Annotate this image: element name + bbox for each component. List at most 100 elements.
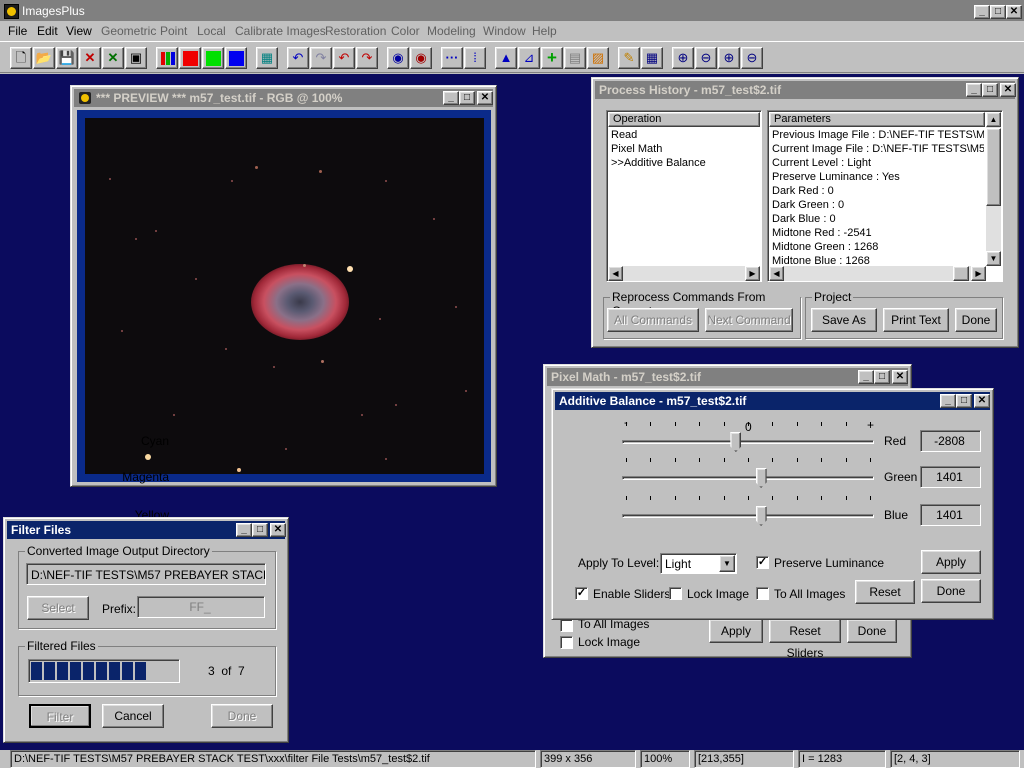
zoom-actual-icon[interactable]: ⊖ — [741, 47, 763, 69]
operation-item-selected[interactable]: >>Additive Balance — [611, 157, 706, 169]
filter-button[interactable]: Filter — [29, 704, 91, 728]
preview-title-bar[interactable]: *** PREVIEW *** m57_test.tif - RGB @ 100… — [74, 89, 493, 107]
slider-track[interactable] — [622, 440, 874, 444]
operation-item[interactable]: Read — [611, 129, 637, 141]
mask-icon[interactable]: ◉ — [387, 47, 409, 69]
scroll-left-icon[interactable]: ◀ — [769, 266, 784, 281]
pixelmath-close-button[interactable]: ✕ — [892, 370, 908, 384]
zoom-fit-icon[interactable]: ⊕ — [718, 47, 740, 69]
pixelmath-to-all-images-checkbox[interactable] — [560, 619, 573, 632]
app-maximize-button[interactable]: □ — [990, 5, 1006, 19]
chevron-down-icon[interactable]: ▼ — [719, 555, 735, 572]
parameters-list[interactable]: Parameters Previous Image File : D:\NEF-… — [767, 110, 1003, 282]
menu-file[interactable]: File — [8, 24, 27, 38]
parameters-vscroll[interactable]: ▲ ▼ — [986, 112, 1001, 266]
close-all-icon[interactable]: ✕ — [102, 47, 124, 69]
undo-all-icon[interactable]: ↶ — [333, 47, 355, 69]
history-close-button[interactable]: ✕ — [1000, 83, 1016, 97]
preserve-luminance-checkbox[interactable]: ✓ — [756, 556, 769, 569]
histogram-icon[interactable]: ▲ — [495, 47, 517, 69]
save-icon[interactable]: 💾 — [56, 47, 78, 69]
reset-sliders-button[interactable]: Reset Sliders — [769, 619, 841, 660]
menu-local[interactable]: Local — [197, 24, 226, 38]
menu-geometric[interactable]: Geometric — [101, 24, 156, 38]
additive-reset-button[interactable]: Reset — [855, 580, 915, 604]
operation-list[interactable]: Operation Read Pixel Math >>Additive Bal… — [606, 110, 762, 282]
enable-sliders-checkbox[interactable]: ✓ — [575, 587, 588, 600]
close-image-icon[interactable]: ✕ — [79, 47, 101, 69]
operation-item[interactable]: Pixel Math — [611, 143, 662, 155]
slider-thumb[interactable] — [755, 506, 767, 526]
menu-help[interactable]: Help — [532, 24, 557, 38]
curves-icon[interactable]: ⊿ — [518, 47, 540, 69]
menu-modeling[interactable]: Modeling — [427, 24, 476, 38]
table-icon[interactable]: ▦ — [641, 47, 663, 69]
parameters-hscroll[interactable]: ◀ ▶ — [769, 266, 986, 281]
additive-apply-button[interactable]: Apply — [921, 550, 981, 574]
scroll-thumb[interactable] — [953, 266, 969, 281]
app-icon[interactable] — [4, 4, 19, 19]
menu-edit[interactable]: Edit — [37, 24, 58, 38]
menu-restoration[interactable]: Restoration — [325, 24, 386, 38]
parameters-header[interactable]: Parameters — [769, 112, 985, 127]
copy-window-icon[interactable]: ▣ — [125, 47, 147, 69]
grid-icon[interactable]: ▦ — [256, 47, 278, 69]
pixelmath-done-button[interactable]: Done — [847, 619, 897, 643]
additive-minimize-button[interactable]: _ — [940, 394, 956, 408]
output-dir-field[interactable]: D:\NEF-TIF TESTS\M57 PREBAYER STACK T — [26, 563, 266, 585]
points-icon[interactable]: ⁞ — [464, 47, 486, 69]
all-commands-button[interactable]: All Commands — [607, 308, 699, 332]
green-channel-icon[interactable] — [202, 47, 224, 69]
slider-value-field[interactable]: 1401 — [920, 466, 981, 488]
next-command-button[interactable]: Next Command — [705, 308, 793, 332]
to-all-images-checkbox[interactable] — [756, 587, 769, 600]
history-done-button[interactable]: Done — [955, 308, 997, 332]
redo-icon[interactable]: ↷ — [310, 47, 332, 69]
menu-point[interactable]: Point — [160, 24, 187, 38]
blue-channel-icon[interactable] — [225, 47, 247, 69]
pixelmath-title-bar[interactable]: Pixel Math - m57_test$2.tif — [547, 368, 908, 386]
history-minimize-button[interactable]: _ — [966, 83, 982, 97]
pixelmath-lock-image-checkbox[interactable] — [560, 636, 573, 649]
undo-icon[interactable]: ↶ — [287, 47, 309, 69]
red-channel-icon[interactable] — [179, 47, 201, 69]
scroll-up-icon[interactable]: ▲ — [986, 112, 1001, 127]
rgb-channels-icon[interactable] — [156, 47, 178, 69]
additive-title-bar[interactable]: Additive Balance - m57_test$2.tif — [555, 392, 990, 410]
slider-track[interactable] — [622, 514, 874, 518]
zoom-out-icon[interactable]: ⊖ — [695, 47, 717, 69]
menu-view[interactable]: View — [66, 24, 92, 38]
preview-minimize-button[interactable]: _ — [443, 91, 459, 105]
filter-done-button[interactable]: Done — [211, 704, 273, 728]
nebula-image[interactable] — [85, 118, 484, 474]
operation-hscroll[interactable]: ◀ ▶ — [608, 266, 760, 281]
slider-value-field[interactable]: 1401 — [920, 504, 981, 526]
pixelmath-minimize-button[interactable]: _ — [858, 370, 874, 384]
open-folder-icon[interactable]: 📂 — [33, 47, 55, 69]
history-maximize-button[interactable]: □ — [982, 83, 998, 97]
slider-thumb[interactable] — [755, 468, 767, 488]
lock-image-checkbox[interactable] — [669, 587, 682, 600]
cancel-button[interactable]: Cancel — [102, 704, 164, 728]
select-button[interactable]: Select — [27, 596, 89, 620]
additive-close-button[interactable]: ✕ — [974, 394, 990, 408]
scroll-down-icon[interactable]: ▼ — [986, 251, 1001, 266]
filter-maximize-button[interactable]: □ — [252, 523, 268, 537]
scroll-right-icon[interactable]: ▶ — [971, 266, 986, 281]
scroll-right-icon[interactable]: ▶ — [745, 266, 760, 281]
menu-color[interactable]: Color — [391, 24, 420, 38]
menu-window[interactable]: Window — [483, 24, 526, 38]
slider-value-field[interactable]: -2808 — [920, 430, 981, 452]
redo-all-icon[interactable]: ↷ — [356, 47, 378, 69]
scroll-thumb[interactable] — [986, 128, 1001, 206]
operation-header[interactable]: Operation — [608, 112, 760, 127]
level-select[interactable]: Light ▼ — [660, 553, 737, 574]
pixelmath-maximize-button[interactable]: □ — [874, 370, 890, 384]
preview-close-button[interactable]: ✕ — [477, 91, 493, 105]
slider-track[interactable] — [622, 476, 874, 480]
dots-icon[interactable]: ··· — [441, 47, 463, 69]
slider-thumb[interactable] — [730, 432, 742, 452]
print-text-button[interactable]: Print Text — [883, 308, 949, 332]
prefix-field[interactable]: FF_ — [137, 596, 265, 618]
filter-minimize-button[interactable]: _ — [236, 523, 252, 537]
